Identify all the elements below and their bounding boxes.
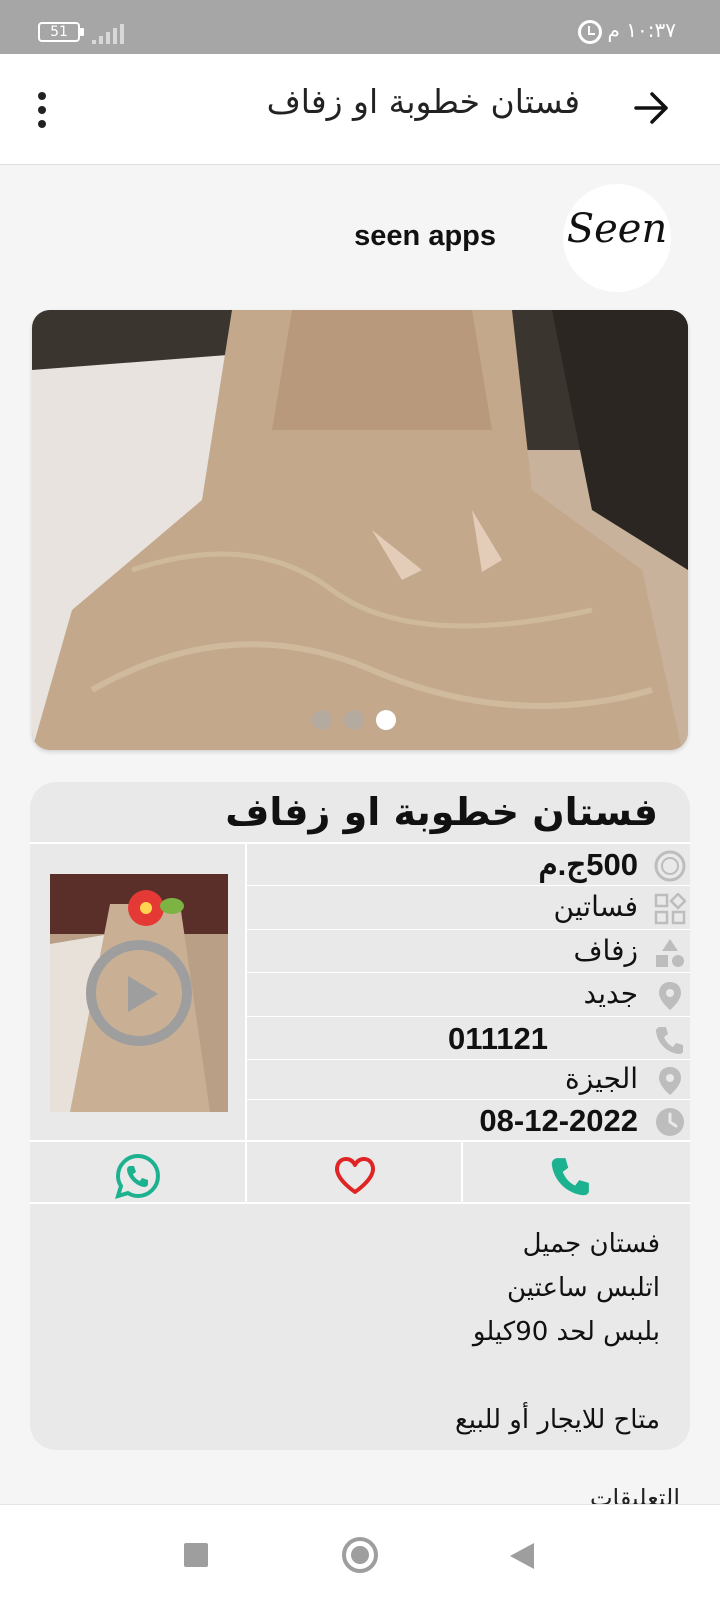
video-thumbnail[interactable]: [50, 874, 228, 1112]
detail-row-price: 500ج.م: [250, 844, 690, 888]
favorite-button[interactable]: [247, 1144, 465, 1206]
type-value: زفاف: [573, 934, 638, 967]
gallery-dot-active[interactable]: [376, 710, 396, 730]
price-icon: [654, 850, 686, 882]
gallery-dot[interactable]: [344, 710, 364, 730]
battery-tip: [80, 28, 84, 36]
back-button[interactable]: [510, 1543, 534, 1569]
category-value: فساتين: [553, 890, 638, 923]
listing-title: فستان خطوبة او زفاف: [225, 790, 658, 834]
battery-level: 51: [50, 24, 68, 40]
seller-logo[interactable]: Seen: [563, 184, 671, 292]
phone-icon: [656, 1027, 683, 1054]
page-title: فستان خطوبة او زفاف: [266, 82, 580, 121]
phone-value[interactable]: 011121: [448, 1021, 548, 1057]
dress-photo: [32, 310, 688, 750]
date-value: 08-12-2022: [479, 1103, 638, 1138]
seller-name[interactable]: seen apps: [354, 220, 496, 253]
battery-icon: 51: [38, 22, 80, 42]
location-pin-icon: [659, 1067, 681, 1095]
seller-header[interactable]: seen apps Seen: [0, 180, 720, 292]
alarm-icon: [578, 20, 602, 44]
arrow-right-icon[interactable]: [632, 88, 672, 128]
app-bar: فستان خطوبة او زفاف: [0, 54, 720, 165]
shapes-icon: [656, 939, 684, 967]
detail-row-type: زفاف: [250, 931, 690, 975]
detail-row-category: فساتين: [250, 887, 690, 931]
status-bar: 51 ١٠:٣٧ م: [0, 0, 720, 54]
recents-button[interactable]: [184, 1543, 208, 1567]
detail-row-phone[interactable]: 011121: [250, 1018, 690, 1062]
play-icon[interactable]: [128, 976, 158, 1012]
image-gallery[interactable]: [32, 310, 688, 750]
gallery-dot[interactable]: [312, 710, 332, 730]
condition-value: جديد: [583, 977, 639, 1010]
detail-row-city: الجيزة: [250, 1059, 690, 1103]
listing-card: فستان خطوبة او زفاف 500ج.م فساتين زفاف ج…: [30, 782, 690, 1450]
status-time: ١٠:٣٧ م: [607, 18, 676, 42]
whatsapp-button[interactable]: [30, 1144, 248, 1206]
heart-icon: [335, 1157, 375, 1194]
whatsapp-icon: [115, 1153, 161, 1199]
detail-row-condition: جديد: [250, 974, 690, 1018]
home-button[interactable]: [342, 1537, 378, 1573]
signal-icon: [92, 24, 124, 44]
listing-description: فستان جميل اتلبس ساعتين بلبس لحد 90كيلو …: [454, 1229, 660, 1435]
phone-icon: [551, 1158, 589, 1196]
seller-logo-text: Seen: [566, 206, 668, 252]
category-icon: [654, 893, 686, 925]
gallery-page-indicator: [312, 710, 396, 730]
location-pin-icon: [659, 982, 681, 1010]
more-vertical-icon[interactable]: [34, 92, 50, 132]
price-value: 500ج.م: [538, 847, 638, 882]
detail-row-date: 08-12-2022: [250, 1100, 690, 1144]
clock-icon: [656, 1108, 684, 1136]
city-value: الجيزة: [565, 1062, 638, 1095]
system-nav-bar: [0, 1504, 720, 1600]
call-button[interactable]: [463, 1144, 681, 1206]
